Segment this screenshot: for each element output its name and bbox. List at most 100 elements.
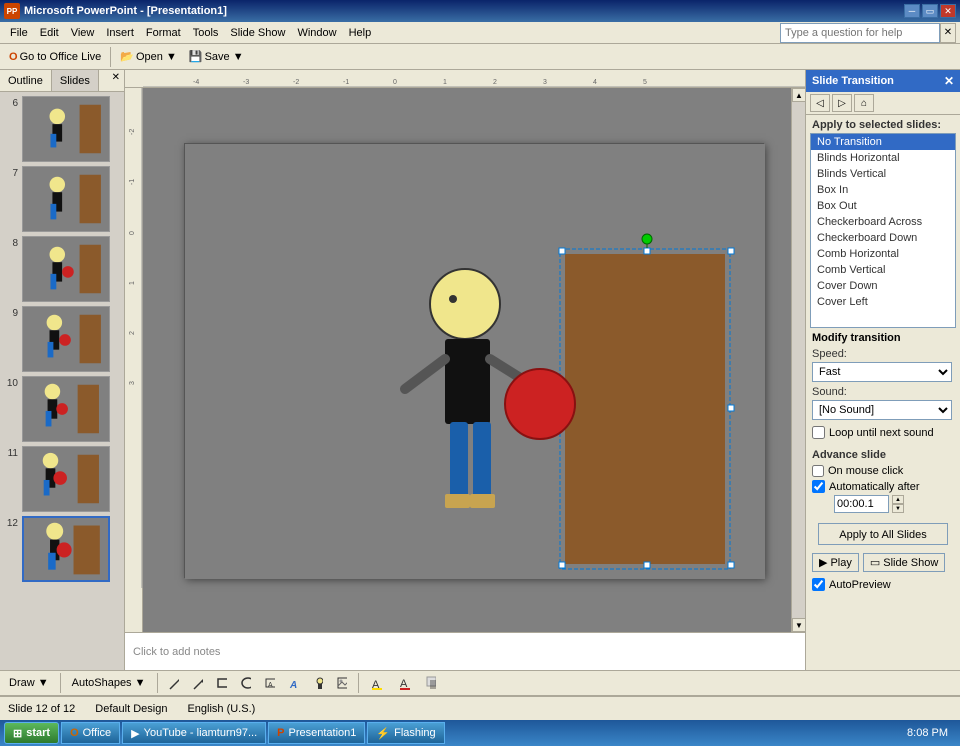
- loop-checkbox[interactable]: [812, 426, 825, 439]
- clipart-tool[interactable]: [308, 672, 328, 694]
- transition-checker-across[interactable]: Checkerboard Across: [811, 214, 955, 230]
- main-toolbar: O Go to Office Live 📂 Open ▼ 💾 Save ▼: [0, 44, 960, 70]
- transition-no-transition[interactable]: No Transition: [811, 134, 955, 150]
- arrow-tool[interactable]: [188, 672, 208, 694]
- transition-cover-down[interactable]: Cover Down: [811, 278, 955, 294]
- open-button[interactable]: 📂 Open ▼: [115, 46, 182, 68]
- speed-field: Speed: Slow Medium Fast: [812, 348, 954, 382]
- save-button[interactable]: 💾 Save ▼: [184, 46, 249, 68]
- time-down-button[interactable]: ▼: [892, 504, 904, 513]
- transition-comb-h[interactable]: Comb Horizontal: [811, 246, 955, 262]
- ruler-left: -2 -1 0 1 2 3: [125, 88, 143, 632]
- help-close-button[interactable]: ✕: [940, 23, 956, 43]
- play-button[interactable]: ▶ Play: [812, 553, 859, 572]
- transition-checker-down[interactable]: Checkerboard Down: [811, 230, 955, 246]
- notes-area[interactable]: Click to add notes: [125, 632, 805, 670]
- mouse-click-checkbox[interactable]: [812, 465, 824, 477]
- menu-file[interactable]: File: [4, 25, 34, 41]
- oval-tool[interactable]: [236, 672, 256, 694]
- menu-edit[interactable]: Edit: [34, 25, 65, 41]
- modify-section-title: Modify transition: [812, 332, 954, 344]
- svg-text:0: 0: [393, 79, 397, 86]
- shadow-tool[interactable]: [421, 672, 441, 694]
- slideshow-button[interactable]: ▭ Slide Show: [863, 553, 945, 572]
- transition-box-out[interactable]: Box Out: [811, 198, 955, 214]
- line-tool[interactable]: [164, 672, 184, 694]
- wordart-tool[interactable]: A: [284, 672, 304, 694]
- menu-slideshow[interactable]: Slide Show: [224, 25, 291, 41]
- fill-color-tool[interactable]: A: [365, 672, 389, 694]
- menu-window[interactable]: Window: [291, 25, 342, 41]
- apply-all-button[interactable]: Apply to All Slides: [818, 523, 948, 545]
- taskbar-youtube-button[interactable]: ▶ YouTube - liamturn97...: [122, 722, 266, 744]
- panel-header-close[interactable]: ✕: [944, 74, 954, 88]
- sound-select[interactable]: [No Sound] Applause Arrow Breeze: [812, 400, 952, 420]
- scroll-up-button[interactable]: ▲: [792, 88, 805, 102]
- svg-text:-2: -2: [129, 129, 136, 135]
- slide-thumb-6[interactable]: [22, 96, 110, 162]
- transition-blinds-h[interactable]: Blinds Horizontal: [811, 150, 955, 166]
- panel-home-button[interactable]: ⌂: [854, 94, 874, 112]
- minimize-button[interactable]: ─: [904, 4, 920, 18]
- panel-close-button[interactable]: ✕: [108, 70, 124, 91]
- svg-text:-2: -2: [293, 79, 299, 86]
- slide-thumb-9[interactable]: [22, 306, 110, 372]
- slide-thumb-10[interactable]: [22, 376, 110, 442]
- menu-view[interactable]: View: [65, 25, 101, 41]
- rect-tool[interactable]: [212, 672, 232, 694]
- speed-select[interactable]: Slow Medium Fast: [812, 362, 952, 382]
- office-live-button[interactable]: O Go to Office Live: [4, 46, 106, 68]
- transition-blinds-v[interactable]: Blinds Vertical: [811, 166, 955, 182]
- slide-item-7[interactable]: 7: [4, 166, 120, 232]
- panel-back-button[interactable]: ◁: [810, 94, 830, 112]
- slideshow-label: Slide Show: [883, 557, 938, 569]
- transition-list[interactable]: No Transition Blinds Horizontal Blinds V…: [810, 133, 956, 328]
- taskbar-presentation-button[interactable]: P Presentation1: [268, 722, 365, 744]
- tab-slides[interactable]: Slides: [52, 70, 99, 91]
- transition-box-in[interactable]: Box In: [811, 182, 955, 198]
- time-input[interactable]: [834, 495, 889, 513]
- slide-item-11[interactable]: 11: [4, 446, 120, 512]
- svg-text:-4: -4: [193, 79, 199, 86]
- main-area: Outline Slides ✕ 6: [0, 70, 960, 670]
- restore-button[interactable]: ▭: [922, 4, 938, 18]
- close-button[interactable]: ✕: [940, 4, 956, 18]
- slide-canvas[interactable]: [184, 143, 764, 578]
- scroll-down-button[interactable]: ▼: [792, 618, 805, 632]
- open-label: Open ▼: [136, 51, 177, 63]
- help-input[interactable]: [780, 23, 940, 43]
- design-name: Default Design: [95, 703, 167, 715]
- menu-help[interactable]: Help: [343, 25, 378, 41]
- menu-tools[interactable]: Tools: [187, 25, 225, 41]
- slide-thumb-7[interactable]: [22, 166, 110, 232]
- slide-thumb-8[interactable]: [22, 236, 110, 302]
- time-up-button[interactable]: ▲: [892, 495, 904, 504]
- panel-toolbar: ◁ ▷ ⌂: [806, 92, 960, 115]
- slide-thumb-11[interactable]: [22, 446, 110, 512]
- menu-insert[interactable]: Insert: [100, 25, 140, 41]
- start-button[interactable]: ⊞ start: [4, 722, 59, 744]
- taskbar-office-button[interactable]: O Office: [61, 722, 120, 744]
- slide-item-12[interactable]: 12: [4, 516, 120, 582]
- slide-item-9[interactable]: 9: [4, 306, 120, 372]
- slide-thumb-12[interactable]: [22, 516, 110, 582]
- autopreview-label: AutoPreview: [829, 579, 891, 591]
- menu-format[interactable]: Format: [140, 25, 187, 41]
- panel-fwd-button[interactable]: ▷: [832, 94, 852, 112]
- slide-item-8[interactable]: 8: [4, 236, 120, 302]
- autopreview-checkbox[interactable]: [812, 578, 825, 591]
- transition-comb-v[interactable]: Comb Vertical: [811, 262, 955, 278]
- sound-label: Sound:: [812, 386, 954, 398]
- tab-outline[interactable]: Outline: [0, 70, 52, 91]
- font-color-tool[interactable]: A: [393, 672, 417, 694]
- transition-cover-left[interactable]: Cover Left: [811, 294, 955, 310]
- draw-button[interactable]: Draw ▼: [4, 672, 54, 694]
- slide-item-6[interactable]: 6: [4, 96, 120, 162]
- picture-tool[interactable]: [332, 672, 352, 694]
- autoshapes-button[interactable]: AutoShapes ▼: [67, 672, 151, 694]
- auto-after-checkbox[interactable]: [812, 480, 825, 493]
- taskbar-flashing-button[interactable]: ⚡ Flashing: [367, 722, 444, 744]
- slide-item-10[interactable]: 10: [4, 376, 120, 442]
- textbox-tool[interactable]: A: [260, 672, 280, 694]
- left-panel: Outline Slides ✕ 6: [0, 70, 125, 670]
